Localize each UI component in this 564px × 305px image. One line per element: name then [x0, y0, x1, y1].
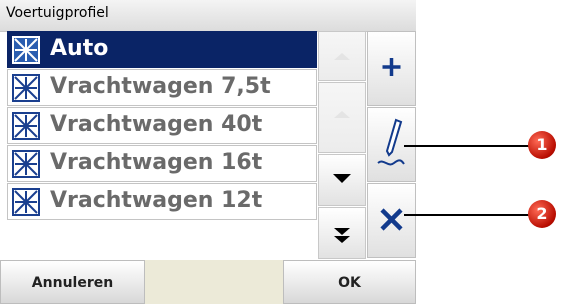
callout-line-1: [404, 145, 532, 147]
vehicle-profile-icon: [12, 188, 40, 216]
bottom-bar-spacer: [145, 260, 283, 304]
list-item-label: Vrachtwagen 16t: [50, 150, 263, 175]
profile-list: Auto Vrachtwagen 7,5t Vrachtwagen 40t Vr…: [7, 31, 317, 259]
bottom-bar: Annuleren OK: [0, 260, 416, 304]
cancel-button[interactable]: Annuleren: [0, 260, 145, 304]
chevron-down-icon: [333, 174, 351, 183]
page-up-button[interactable]: [318, 31, 366, 81]
scroll-up-button[interactable]: [318, 82, 366, 153]
callout-badge-1: 1: [528, 131, 556, 159]
list-item-vrachtwagen-12t[interactable]: Vrachtwagen 12t: [7, 183, 317, 220]
list-item-vrachtwagen-16t[interactable]: Vrachtwagen 16t: [7, 145, 317, 182]
list-item-label: Vrachtwagen 12t: [50, 188, 263, 213]
vehicle-profile-icon: [12, 112, 40, 140]
list-scrollbar: [318, 31, 366, 259]
list-item-vrachtwagen-40t[interactable]: Vrachtwagen 40t: [7, 107, 317, 144]
add-profile-button[interactable]: [367, 31, 416, 106]
list-item-vrachtwagen-7-5t[interactable]: Vrachtwagen 7,5t: [7, 69, 317, 106]
vehicle-profile-icon: [12, 150, 40, 178]
ok-button[interactable]: OK: [283, 260, 416, 304]
delete-profile-button[interactable]: [367, 183, 416, 258]
list-item-auto[interactable]: Auto: [7, 31, 317, 68]
scroll-down-button[interactable]: [318, 154, 366, 206]
plus-icon: [382, 58, 401, 76]
callout-badge-2: 2: [528, 200, 556, 228]
ok-button-label: OK: [338, 275, 361, 291]
page-down-button[interactable]: [318, 207, 366, 259]
callout-line-2: [404, 214, 532, 216]
list-item-label: Vrachtwagen 40t: [50, 112, 263, 137]
chevron-up-icon: [334, 111, 350, 118]
list-item-label: Auto: [50, 36, 109, 61]
title-bar: Voertuigprofiel: [0, 0, 416, 32]
cancel-button-label: Annuleren: [31, 275, 114, 291]
vehicle-profile-dialog: Voertuigprofiel Auto Vrachtwagen 7,5t Vr…: [0, 0, 416, 304]
vehicle-profile-icon: [12, 74, 40, 102]
vehicle-profile-icon: [12, 36, 40, 64]
list-item-label: Vrachtwagen 7,5t: [50, 74, 271, 99]
x-icon: [380, 208, 403, 231]
double-chevron-down-icon: [334, 228, 350, 243]
double-chevron-up-icon: [334, 53, 350, 60]
dialog-title: Voertuigprofiel: [6, 5, 109, 21]
